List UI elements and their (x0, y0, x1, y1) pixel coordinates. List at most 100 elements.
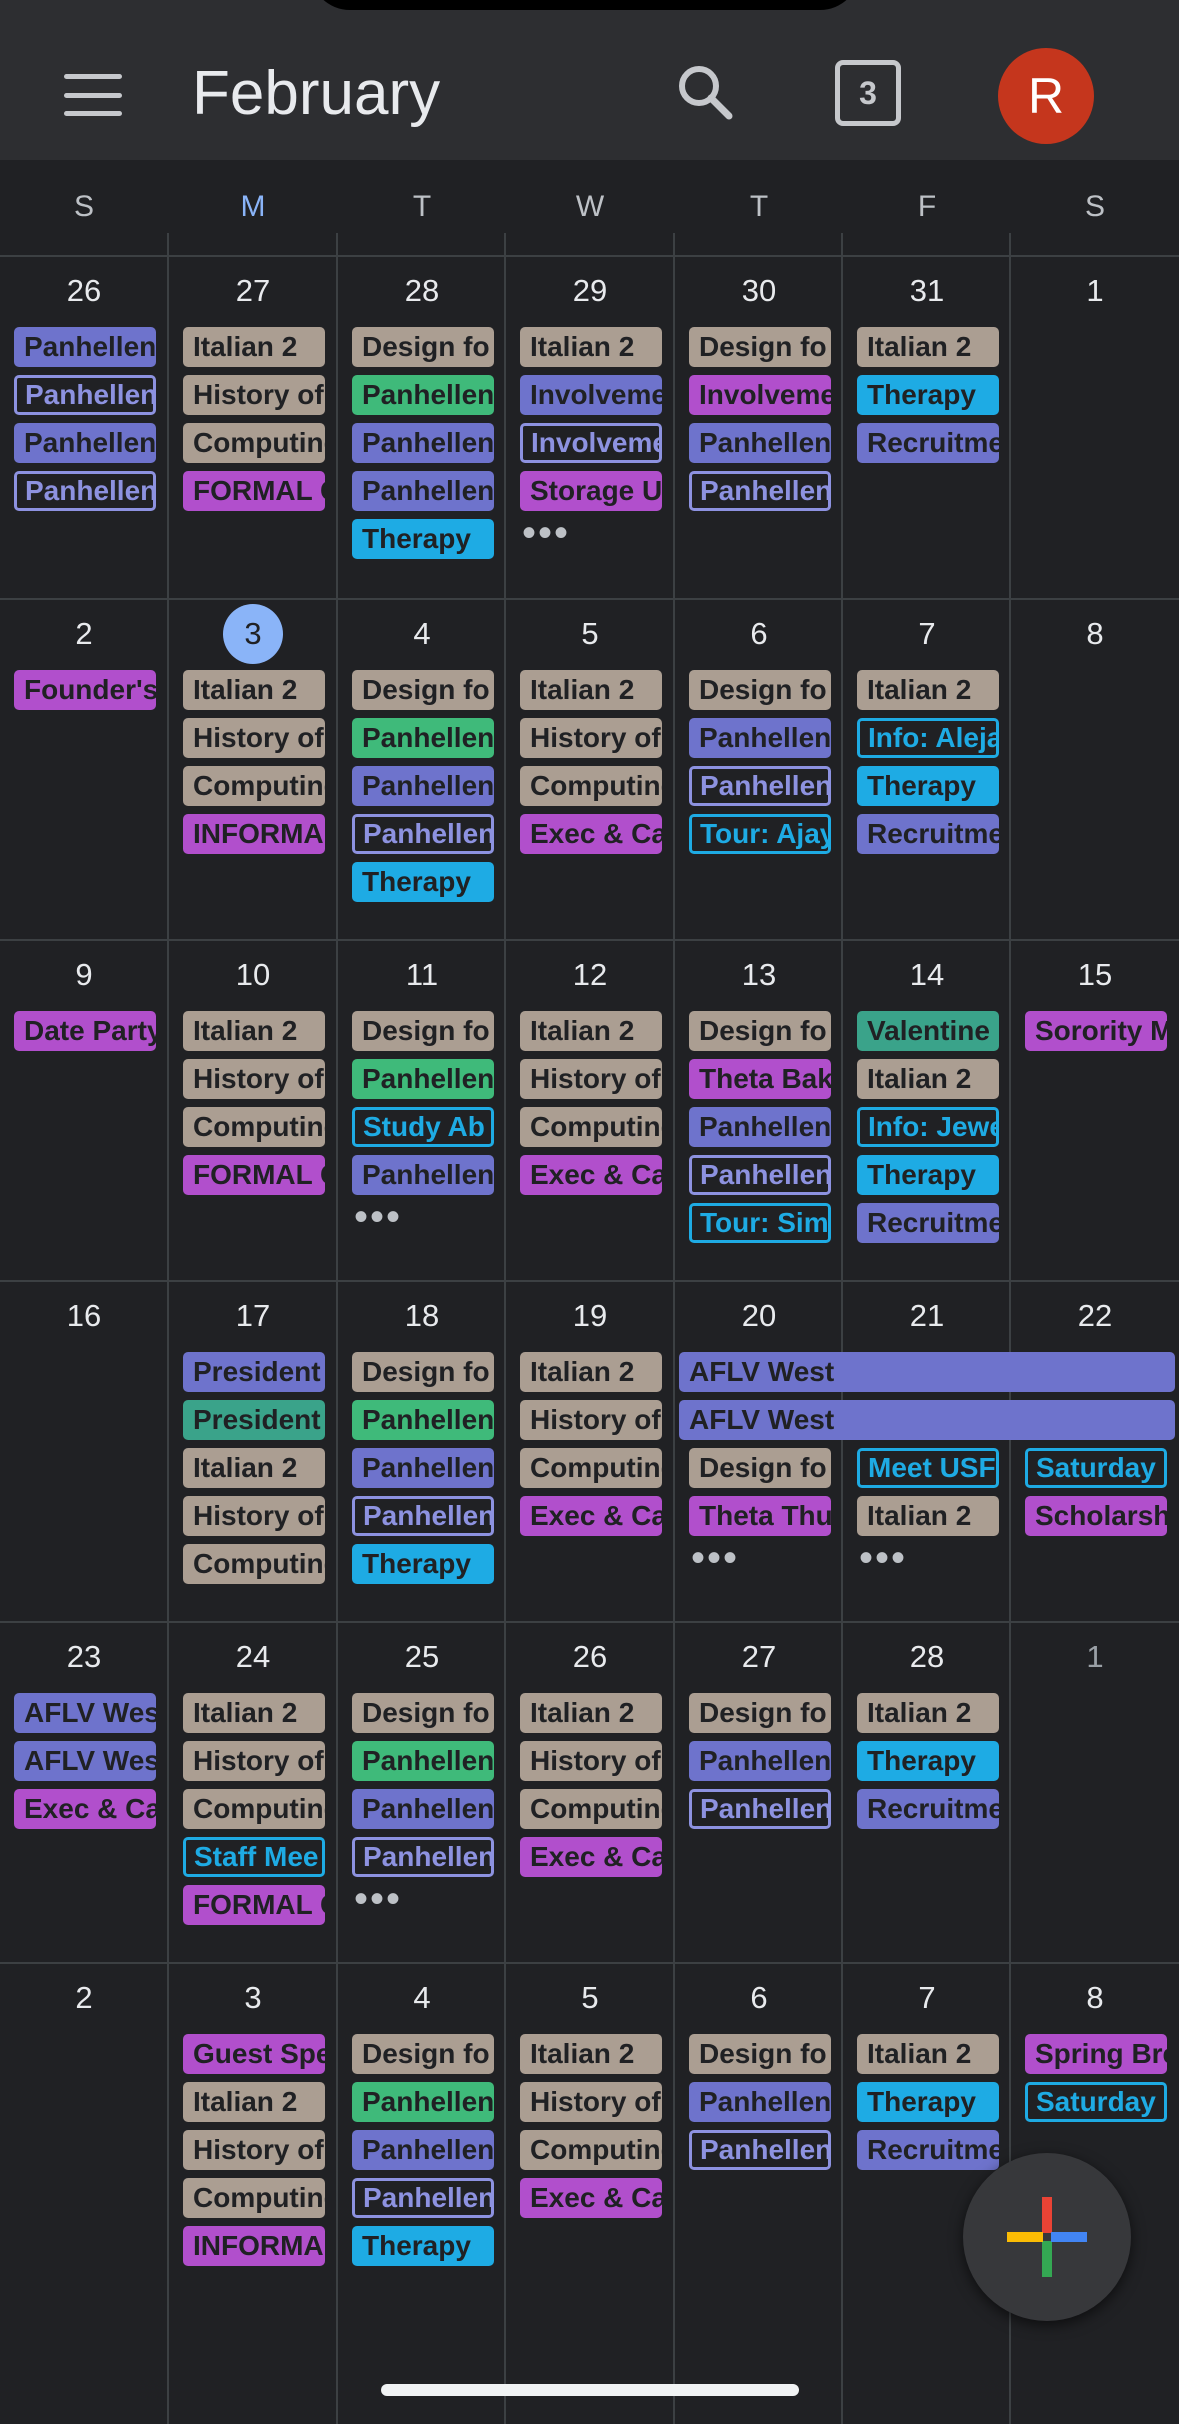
date-number[interactable]: 2 (0, 616, 168, 652)
event-chip[interactable]: Computing (520, 1107, 662, 1147)
event-chip[interactable]: Panhellenic (689, 2082, 831, 2122)
more-events-indicator[interactable]: ••• (354, 1197, 402, 1237)
date-number[interactable]: 17 (169, 1298, 337, 1334)
event-chip[interactable]: Therapy (352, 1544, 494, 1584)
date-number[interactable]: 4 (338, 1980, 506, 2016)
event-chip[interactable]: INFORMAL (183, 2226, 325, 2266)
event-chip[interactable]: Computing (183, 2178, 325, 2218)
date-number[interactable]: 8 (1011, 616, 1179, 652)
event-chip[interactable]: Involvement (689, 375, 831, 415)
event-chip[interactable]: History of (183, 2130, 325, 2170)
event-chip[interactable]: Panhellenic (352, 1496, 494, 1536)
event-chip[interactable]: President (183, 1352, 325, 1392)
event-chip[interactable]: Italian 2 (183, 670, 325, 710)
event-chip[interactable]: Panhellenic (352, 718, 494, 758)
date-number[interactable]: 20 (675, 1298, 843, 1334)
calendar-today-icon[interactable]: 3 (835, 60, 901, 126)
date-number[interactable]: 4 (338, 616, 506, 652)
event-chip[interactable]: History of (183, 718, 325, 758)
event-chip[interactable]: Computing (520, 766, 662, 806)
event-chip[interactable]: History of (520, 1400, 662, 1440)
event-chip[interactable]: Design fo (352, 1693, 494, 1733)
event-chip[interactable]: Design fo (689, 1011, 831, 1051)
event-chip[interactable]: Panhellenic (14, 423, 156, 463)
event-chip[interactable]: Panhellenic (689, 718, 831, 758)
event-chip[interactable]: Computing (183, 766, 325, 806)
event-chip[interactable]: Panhellenic (689, 423, 831, 463)
event-chip[interactable]: Panhellenic (689, 1741, 831, 1781)
event-chip[interactable]: Therapy (352, 2226, 494, 2266)
date-number[interactable]: 27 (675, 1639, 843, 1675)
event-chip[interactable]: History of (183, 1741, 325, 1781)
event-chip[interactable]: Therapy (352, 862, 494, 902)
event-chip[interactable]: FORMAL C (183, 1885, 325, 1925)
event-chip[interactable]: Design fo (689, 1448, 831, 1488)
event-chip[interactable]: Panhellenic (352, 471, 494, 511)
event-chip[interactable]: Scholarship (1025, 1496, 1167, 1536)
event-chip[interactable]: Theta Thu (689, 1496, 831, 1536)
event-chip[interactable]: Exec & Ca (520, 1496, 662, 1536)
event-chip[interactable]: Design fo (352, 1352, 494, 1392)
date-number[interactable]: 26 (506, 1639, 674, 1675)
event-chip[interactable]: Italian 2 (520, 2034, 662, 2074)
event-chip[interactable]: Panhellenic (352, 1741, 494, 1781)
event-chip[interactable]: Computing (183, 1789, 325, 1829)
event-chip[interactable]: Computing (183, 1107, 325, 1147)
event-chip[interactable]: Panhellenic (352, 1059, 494, 1099)
date-number[interactable]: 28 (843, 1639, 1011, 1675)
event-chip[interactable]: Panhellenic (689, 471, 831, 511)
event-chip[interactable]: Valentine (857, 1011, 999, 1051)
event-chip[interactable]: Panhellenic (352, 1789, 494, 1829)
event-chip[interactable]: Panhellenic (352, 1400, 494, 1440)
date-number[interactable]: 29 (506, 273, 674, 309)
event-chip[interactable]: Italian 2 (520, 327, 662, 367)
event-chip[interactable]: Therapy (352, 519, 494, 559)
more-events-indicator[interactable]: ••• (522, 513, 570, 553)
event-chip[interactable]: Panhellenic (689, 766, 831, 806)
date-number[interactable]: 1 (1011, 273, 1179, 309)
event-chip[interactable]: Exec & Ca (520, 1837, 662, 1877)
event-chip[interactable]: Italian 2 (183, 1693, 325, 1733)
event-chip[interactable]: Info: Jewe (857, 1107, 999, 1147)
event-chip[interactable]: Design fo (352, 327, 494, 367)
event-chip[interactable]: History of (183, 1059, 325, 1099)
event-chip[interactable]: Panhellenic (352, 1837, 494, 1877)
event-chip[interactable]: Exec & Ca (520, 2178, 662, 2218)
date-number[interactable]: 25 (338, 1639, 506, 1675)
event-chip[interactable]: Therapy (857, 375, 999, 415)
date-number[interactable]: 6 (675, 616, 843, 652)
event-chip[interactable]: Saturday (1025, 1448, 1167, 1488)
date-number[interactable]: 27 (169, 273, 337, 309)
date-number[interactable]: 7 (843, 1980, 1011, 2016)
date-number[interactable]: 8 (1011, 1980, 1179, 2016)
event-chip[interactable]: Date Party (14, 1011, 156, 1051)
date-number[interactable]: 22 (1011, 1298, 1179, 1334)
event-chip[interactable]: Design fo (689, 2034, 831, 2074)
more-events-indicator[interactable]: ••• (859, 1538, 907, 1578)
date-number[interactable]: 19 (506, 1298, 674, 1334)
event-chip[interactable]: Panhellenic (689, 1107, 831, 1147)
event-chip[interactable]: Design fo (352, 670, 494, 710)
event-chip[interactable]: Panhellenic (689, 1155, 831, 1195)
event-chip[interactable]: Design fo (689, 1693, 831, 1733)
date-number[interactable]: 13 (675, 957, 843, 993)
event-chip[interactable]: Tour: Sim (689, 1203, 831, 1243)
event-chip[interactable]: Panhellenic (689, 2130, 831, 2170)
create-event-button[interactable] (963, 2153, 1131, 2321)
event-chip[interactable]: Italian 2 (857, 1059, 999, 1099)
event-chip[interactable]: AFLV West (14, 1693, 156, 1733)
date-number[interactable]: 5 (506, 1980, 674, 2016)
event-chip[interactable]: Computing (520, 2130, 662, 2170)
event-chip[interactable]: History of (520, 1059, 662, 1099)
event-chip[interactable]: Panhellenic (14, 375, 156, 415)
event-chip[interactable]: Italian 2 (857, 1496, 999, 1536)
event-chip[interactable]: Staff Mee (183, 1837, 325, 1877)
event-chip[interactable]: Panhellenic (352, 375, 494, 415)
date-number[interactable]: 11 (338, 957, 506, 993)
event-chip[interactable]: Involvement (520, 423, 662, 463)
date-number[interactable]: 6 (675, 1980, 843, 2016)
date-number[interactable]: 5 (506, 616, 674, 652)
event-chip[interactable]: Computing (183, 423, 325, 463)
event-chip[interactable]: INFORMAL (183, 814, 325, 854)
event-chip[interactable]: Italian 2 (183, 1448, 325, 1488)
